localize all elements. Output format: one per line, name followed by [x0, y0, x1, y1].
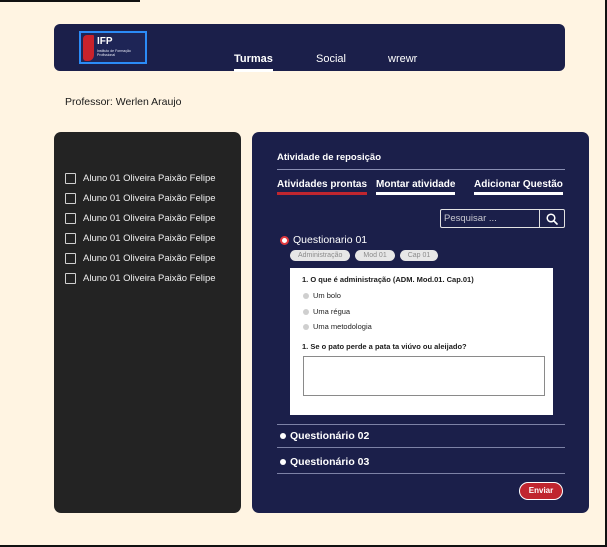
- question-text: 1. O que é administração (ADM. Mod.01. C…: [302, 275, 474, 284]
- student-checkbox[interactable]: [65, 212, 76, 224]
- divider: [277, 473, 565, 474]
- option-label: Uma régua: [313, 307, 351, 316]
- student-checkbox[interactable]: [65, 252, 76, 264]
- student-item[interactable]: Aluno 01 Oliveira Paixão Felipe: [65, 231, 216, 245]
- student-name: Aluno 01 Oliveira Paixão Felipe: [83, 192, 216, 204]
- nav-tab-social[interactable]: Social: [316, 53, 346, 65]
- tag-chip[interactable]: Mod 01: [355, 250, 395, 261]
- option-label: Uma metodologia: [313, 322, 372, 331]
- option-label: Um bolo: [313, 291, 341, 300]
- teacher-label: Professor: Werlen Araujo: [65, 96, 182, 108]
- student-name: Aluno 01 Oliveira Paixão Felipe: [83, 252, 216, 264]
- questionnaire-01-header[interactable]: Questionario 01: [280, 234, 367, 246]
- option-item[interactable]: Uma régua: [303, 307, 350, 316]
- radio-icon: [303, 323, 309, 330]
- student-item[interactable]: Aluno 01 Oliveira Paixão Felipe: [65, 271, 216, 285]
- student-name: Aluno 01 Oliveira Paixão Felipe: [83, 172, 216, 184]
- panel-title: Atividade de reposição: [277, 152, 382, 163]
- questionnaire-title: Questionário 03: [290, 456, 370, 468]
- search-icon: [546, 213, 558, 225]
- bullet-icon: [280, 433, 286, 439]
- student-checkbox[interactable]: [65, 192, 76, 204]
- student-name: Aluno 01 Oliveira Paixão Felipe: [83, 212, 216, 224]
- student-item[interactable]: Aluno 01 Oliveira Paixão Felipe: [65, 211, 216, 225]
- student-checkbox[interactable]: [65, 232, 76, 244]
- ifp-logo[interactable]: IFP Instituto de Formação Profissional: [79, 31, 147, 64]
- nav-tab-turmas[interactable]: Turmas: [234, 53, 273, 72]
- tag-list: Administração Mod 01 Cap 01: [290, 250, 439, 261]
- question-card: 1. O que é administração (ADM. Mod.01. C…: [290, 268, 553, 415]
- questionnaire-02-header[interactable]: Questionário 02: [280, 430, 369, 442]
- brazil-map-icon: [83, 35, 94, 61]
- student-name: Aluno 01 Oliveira Paixão Felipe: [83, 232, 216, 244]
- logo-text: IFP: [97, 36, 113, 47]
- questionnaire-title: Questionario 01: [293, 234, 368, 246]
- activity-panel: Atividade de reposição Atividades pronta…: [252, 132, 589, 513]
- student-item[interactable]: Aluno 01 Oliveira Paixão Felipe: [65, 251, 216, 265]
- nav-tab-wrewr[interactable]: wrewr: [388, 53, 417, 65]
- tag-chip[interactable]: Cap 01: [399, 250, 439, 261]
- students-panel: Aluno 01 Oliveira Paixão Felipe Aluno 01…: [54, 132, 241, 513]
- divider: [277, 424, 565, 425]
- student-item[interactable]: Aluno 01 Oliveira Paixão Felipe: [65, 191, 216, 205]
- top-edge-line: [0, 0, 140, 2]
- tab-adicionar-questao[interactable]: Adicionar Questão: [474, 179, 563, 195]
- bullet-icon: [280, 459, 286, 465]
- question-text: 1. Se o pato perde a pata ta viúvo ou al…: [302, 342, 467, 351]
- option-item[interactable]: Uma metodologia: [303, 322, 372, 331]
- option-item[interactable]: Um bolo: [303, 291, 341, 300]
- tag-chip[interactable]: Administração: [290, 250, 351, 261]
- search-input[interactable]: [441, 210, 540, 227]
- student-item[interactable]: Aluno 01 Oliveira Paixão Felipe: [65, 171, 216, 185]
- student-name: Aluno 01 Oliveira Paixão Felipe: [83, 272, 216, 284]
- tab-montar-atividade[interactable]: Montar atividade: [376, 179, 456, 195]
- radio-selected-icon: [280, 235, 289, 245]
- search-box: [440, 209, 565, 228]
- divider: [277, 447, 565, 448]
- divider: [277, 169, 565, 170]
- tab-atividades-prontas[interactable]: Atividades prontas: [277, 179, 368, 195]
- student-checkbox[interactable]: [65, 172, 76, 184]
- questionnaire-title: Questionário 02: [290, 430, 370, 442]
- search-button[interactable]: [539, 210, 564, 227]
- radio-icon: [303, 308, 309, 315]
- logo-subtitle: Instituto de Formação Profissional: [97, 49, 131, 57]
- student-checkbox[interactable]: [65, 272, 76, 284]
- top-navbar: IFP Instituto de Formação Profissional T…: [54, 24, 565, 72]
- answer-textarea[interactable]: [303, 356, 545, 396]
- radio-icon: [303, 292, 309, 299]
- questionnaire-03-header[interactable]: Questionário 03: [280, 456, 369, 468]
- send-button[interactable]: Enviar: [519, 482, 563, 500]
